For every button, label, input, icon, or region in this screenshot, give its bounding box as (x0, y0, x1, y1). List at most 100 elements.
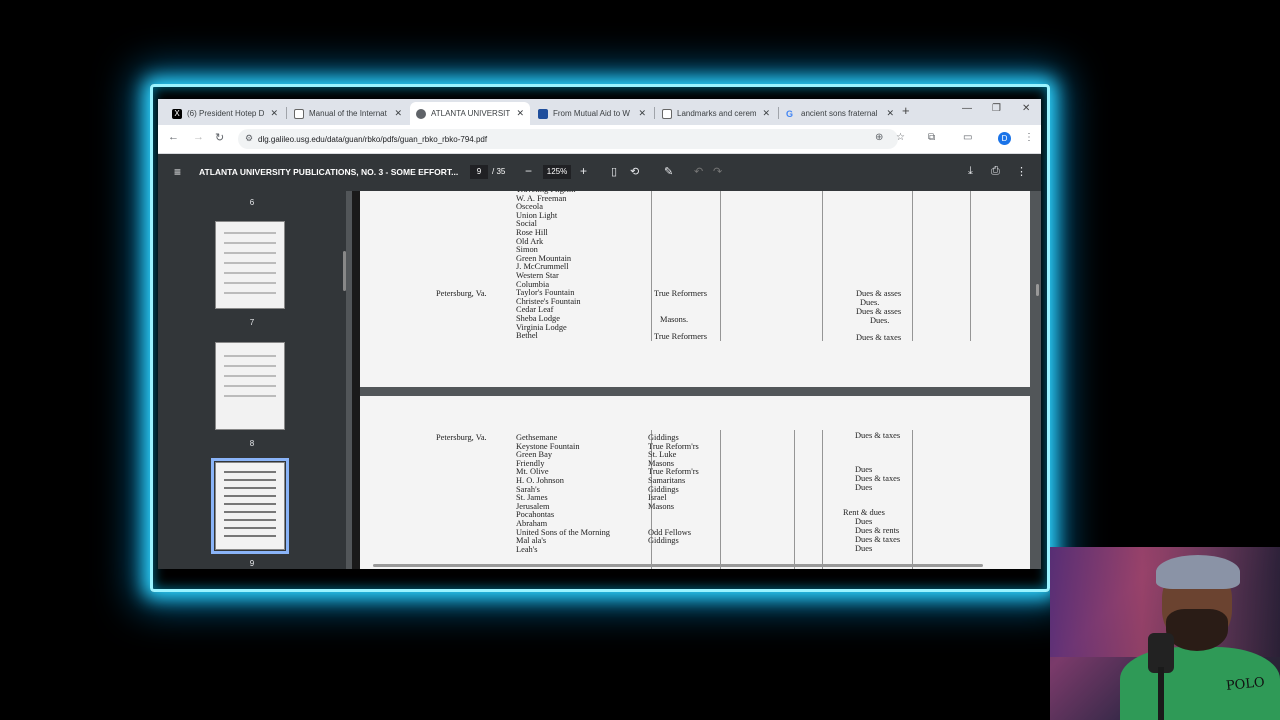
tab-title: ancient sons fraternal (801, 109, 878, 118)
document-icon (662, 108, 672, 119)
order-name: Giddings (648, 536, 679, 546)
page-number-input[interactable]: 9 (470, 165, 488, 179)
order-label: True Reformers (654, 332, 707, 341)
close-tab-icon[interactable]: ✕ (762, 108, 770, 119)
annotate-icon[interactable]: ✎ (664, 165, 673, 178)
lodge-name: Leah's (516, 544, 538, 554)
tab-title: ATLANTA UNIVERSITY (431, 109, 511, 118)
undo-icon[interactable]: ↶ (694, 165, 703, 178)
tab-strip: X (6) President Hotep D ✕ Manual of the … (158, 99, 1041, 125)
close-tab-icon[interactable]: ✕ (270, 108, 278, 119)
streamer-cap (1156, 555, 1240, 589)
webcam-overlay: POLO (1050, 547, 1280, 720)
close-tab-icon[interactable]: ✕ (638, 108, 646, 119)
rotate-icon[interactable]: ⟲ (630, 165, 639, 178)
pdf-title: ATLANTA UNIVERSITY PUBLICATIONS, NO. 3 -… (199, 167, 459, 177)
table-rule (822, 191, 823, 341)
menu-kebab-icon[interactable]: ⋮ (1024, 132, 1034, 143)
close-window-icon[interactable]: ✕ (1022, 103, 1030, 114)
tab-0[interactable]: X (6) President Hotep D ✕ (166, 102, 284, 125)
reload-icon[interactable]: ↻ (215, 131, 224, 144)
thumbnail-label: 7 (249, 318, 255, 327)
back-icon[interactable]: ← (168, 131, 179, 143)
place-label: Petersburg, Va. (436, 289, 487, 298)
order-label: Masons. (660, 315, 689, 324)
tab-title: From Mutual Aid to W (553, 109, 630, 118)
table-rule (970, 191, 971, 341)
tab-3[interactable]: From Mutual Aid to W ✕ (532, 102, 652, 125)
page-thumbnail-8[interactable] (215, 342, 285, 430)
table-rule (794, 430, 795, 569)
mic-arm (1158, 667, 1164, 720)
zoom-in-icon[interactable]: + (580, 164, 587, 178)
table-rule (720, 191, 721, 341)
hamburger-menu-icon[interactable]: ≡ (174, 165, 181, 179)
note-label: Dues (855, 483, 873, 492)
note-label: Dues. (870, 316, 890, 325)
order-label: True Reformers (654, 289, 707, 298)
close-tab-icon[interactable]: ✕ (886, 108, 894, 119)
new-tab-button[interactable]: + (902, 103, 910, 118)
tab-title: (6) President Hotep D (187, 109, 265, 118)
page-total: / 35 (492, 167, 506, 176)
page-thumbnail-9-selected[interactable] (211, 458, 289, 554)
download-icon[interactable]: ⤓ (968, 165, 973, 178)
close-tab-icon[interactable]: ✕ (394, 108, 402, 119)
print-icon[interactable]: ⎙ (991, 165, 1000, 178)
fit-page-icon[interactable]: ▯ (611, 165, 617, 178)
thumbnail-label: 6 (249, 198, 255, 207)
pdf-document-area: Traveling PilgrimW. A. FreemanOsceolaUni… (346, 191, 1041, 569)
table-rule (651, 430, 652, 569)
journal-icon (538, 108, 548, 119)
tab-title: Manual of the Internat (309, 109, 387, 118)
tab-4[interactable]: Landmarks and cerem ✕ (656, 102, 776, 125)
forward-icon[interactable]: → (193, 131, 204, 143)
page-gutter (352, 191, 360, 569)
close-tab-icon[interactable]: ✕ (516, 108, 524, 119)
x-logo-icon: X (172, 108, 182, 119)
bookmark-star-icon[interactable]: ☆ (896, 132, 905, 143)
minimize-icon[interactable]: — (962, 103, 972, 114)
tab-2-active[interactable]: ATLANTA UNIVERSITY ✕ (410, 102, 530, 125)
tab-5[interactable]: G ancient sons fraternal ✕ (780, 102, 900, 125)
restore-icon[interactable]: ❐ (992, 103, 1001, 114)
table-rule (912, 191, 913, 341)
tab-title: Landmarks and cerem (677, 109, 757, 118)
browser-window: X (6) President Hotep D ✕ Manual of the … (158, 99, 1041, 569)
tab-audio-icon (416, 108, 426, 119)
tab-divider (286, 107, 287, 119)
document-vertical-scrollbar[interactable] (1035, 194, 1040, 564)
profile-avatar[interactable]: D (998, 132, 1011, 145)
tab-divider (778, 107, 779, 119)
thumbnail-label: 9 (249, 559, 255, 568)
more-options-icon[interactable]: ⋮ (1016, 165, 1027, 178)
document-horizontal-scrollbar[interactable] (363, 563, 1013, 568)
document-icon (294, 108, 304, 119)
tab-1[interactable]: Manual of the Internat ✕ (288, 102, 408, 125)
site-info-icon[interactable]: ⚙ (245, 133, 253, 144)
zoom-out-icon[interactable]: − (525, 164, 532, 178)
scroll-thumb[interactable] (373, 564, 983, 567)
address-bar[interactable]: ⚙ dlg.galileo.usg.edu/data/guan/rbko/pdf… (238, 129, 898, 149)
pdf-page-lower: Petersburg, Va. Gethsemane Giddings Keysto… (360, 396, 1030, 569)
extensions-icon[interactable]: ⧉ (928, 132, 935, 143)
thumbnail-sidebar: 6 7 8 9 (158, 191, 346, 569)
google-icon: G (786, 108, 794, 119)
pdf-page-upper: Traveling PilgrimW. A. FreemanOsceolaUni… (360, 191, 1030, 387)
table-rule (651, 191, 652, 341)
note-label: Dues & taxes (855, 431, 901, 440)
note-label: Dues & taxes (856, 333, 902, 342)
zoom-input[interactable]: 125% (543, 165, 571, 179)
zoom-icon[interactable]: ⊕ (875, 132, 883, 143)
tab-divider (654, 107, 655, 119)
browser-toolbar: ← → ↻ ⚙ dlg.galileo.usg.edu/data/guan/rb… (158, 125, 1041, 154)
thumbnail-label: 8 (249, 439, 255, 448)
scroll-thumb[interactable] (1036, 284, 1039, 296)
page-thumbnail-7[interactable] (215, 221, 285, 309)
table-rule (720, 430, 721, 569)
sidepanel-icon[interactable]: ▭ (963, 132, 972, 143)
table-rule (912, 430, 913, 569)
streamer-beard (1166, 609, 1228, 651)
redo-icon[interactable]: ↷ (713, 165, 722, 178)
lodge-name: Bethel (516, 331, 538, 341)
